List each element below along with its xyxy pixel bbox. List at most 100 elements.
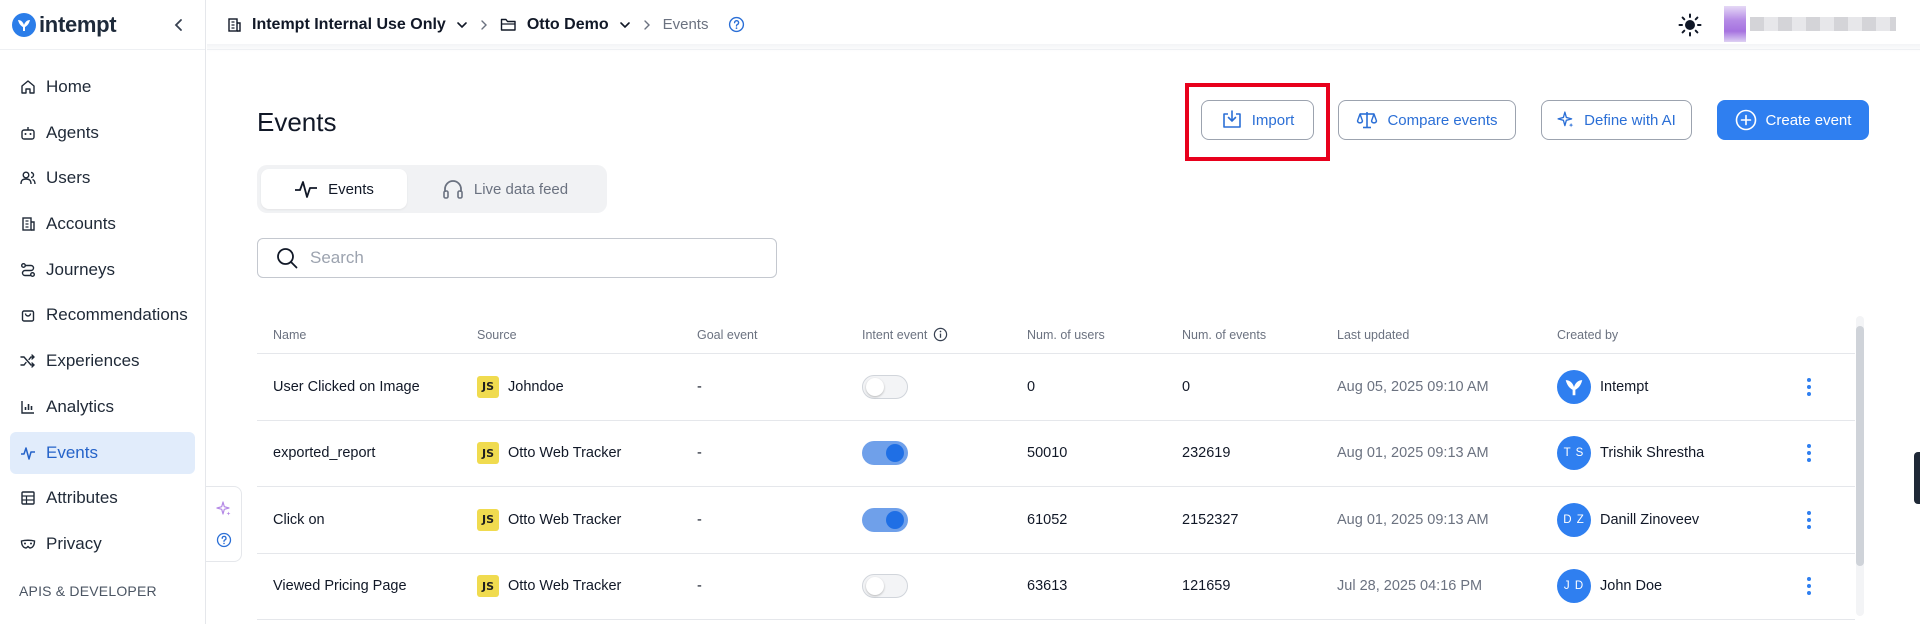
create-event-button[interactable]: Create event — [1717, 100, 1869, 140]
intempt-logo-icon — [1557, 369, 1591, 404]
sidebar-item-experiences[interactable]: Experiences — [10, 340, 195, 382]
sidebar-item-privacy[interactable]: Privacy — [10, 523, 195, 565]
breadcrumb-project[interactable]: Otto Demo — [500, 16, 631, 34]
created-by: T S Trishik Shrestha — [1557, 436, 1779, 471]
user-profile-menu[interactable] — [1724, 6, 1896, 42]
create-event-label: Create event — [1765, 111, 1852, 129]
column-header-intent-label: Intent event — [862, 327, 928, 342]
creator-name: John Doe — [1600, 578, 1663, 595]
last-updated: Aug 01, 2025 09:13 AM — [1337, 445, 1489, 462]
created-by: D Z Danill Zinoveev — [1557, 502, 1779, 537]
avatar: D Z — [1557, 502, 1591, 537]
sidebar-item-accounts[interactable]: Accounts — [10, 203, 195, 245]
sidebar-item-agents[interactable]: Agents — [10, 112, 195, 154]
search-input[interactable] — [310, 248, 750, 268]
table-row[interactable]: exported_report JS Otto Web Tracker - 50… — [257, 421, 1855, 487]
num-users: 50010 — [1027, 445, 1068, 462]
breadcrumb-workspace[interactable]: Intempt Internal Use Only — [226, 16, 468, 34]
chevron-down-icon — [456, 21, 468, 29]
tab-events-label: Events — [328, 180, 374, 198]
event-name[interactable]: exported_report — [257, 445, 477, 461]
table-row[interactable]: User Clicked on Image JS Johndoe - 0 0 A… — [257, 354, 1855, 421]
intent-event-toggle[interactable] — [862, 507, 908, 532]
building-icon — [19, 215, 37, 233]
column-header-goal[interactable]: Goal event — [697, 328, 862, 342]
breadcrumb-project-label: Otto Demo — [526, 15, 609, 33]
num-users: 61052 — [1027, 511, 1068, 528]
num-users: 63613 — [1027, 578, 1068, 595]
event-name[interactable]: User Clicked on Image — [257, 379, 477, 395]
sidebar-item-label: Journeys — [46, 259, 115, 279]
page-title: Events — [257, 107, 337, 137]
sidebar-item-recommendations[interactable]: Recommendations — [10, 294, 195, 336]
home-icon — [19, 78, 37, 96]
table-scrollbar[interactable] — [1856, 316, 1864, 616]
javascript-icon: JS — [477, 575, 499, 598]
event-source: JS Johndoe — [477, 375, 697, 398]
chevron-right-icon — [480, 19, 488, 31]
event-source-label: Otto Web Tracker — [508, 511, 622, 528]
sidebar-item-label: Accounts — [46, 214, 116, 234]
column-header-intent[interactable]: Intent event — [862, 327, 1027, 342]
column-header-name[interactable]: Name — [257, 328, 477, 342]
bar-chart-icon — [19, 398, 37, 416]
sidebar: intempt Home Agents Users Accounts Journ… — [0, 0, 206, 624]
shuffle-icon — [19, 352, 37, 370]
more-options-icon[interactable] — [1806, 377, 1812, 397]
sidebar-item-label: Privacy — [46, 533, 102, 553]
num-events: 0 — [1182, 378, 1191, 395]
more-options-icon[interactable] — [1806, 443, 1812, 463]
table-row[interactable]: Viewed Pricing Page JS Otto Web Tracker … — [257, 554, 1855, 620]
last-updated: Aug 05, 2025 09:10 AM — [1337, 378, 1489, 395]
tab-events[interactable]: Events — [261, 169, 407, 209]
event-name[interactable]: Viewed Pricing Page — [257, 578, 477, 594]
help-icon[interactable] — [728, 16, 745, 33]
collapse-sidebar-button[interactable] — [169, 15, 189, 35]
theme-toggle-sun-icon[interactable] — [1678, 13, 1702, 42]
column-header-created[interactable]: Created by — [1557, 328, 1779, 342]
breadcrumb-workspace-label: Intempt Internal Use Only — [252, 15, 446, 33]
column-header-users[interactable]: Num. of users — [1027, 328, 1182, 342]
scrollbar-thumb[interactable] — [1856, 326, 1864, 566]
events-tabs: Events Live data feed — [257, 165, 607, 213]
define-with-ai-button[interactable]: Define with AI — [1541, 100, 1692, 140]
event-name[interactable]: Click on — [257, 512, 477, 528]
route-icon — [19, 261, 37, 279]
more-options-icon[interactable] — [1806, 510, 1812, 530]
table-row[interactable]: Click on JS Otto Web Tracker - 61052 215… — [257, 487, 1855, 554]
info-icon[interactable] — [933, 327, 948, 342]
sidebar-item-users[interactable]: Users — [10, 157, 195, 199]
plus-circle-icon — [1735, 109, 1757, 131]
sidebar-item-label: Experiences — [46, 351, 140, 371]
sidebar-item-attributes[interactable]: Attributes — [10, 477, 195, 519]
sidebar-item-label: Home — [46, 77, 92, 96]
compare-events-button[interactable]: Compare events — [1338, 100, 1516, 140]
events-table: Name Source Goal event Intent event Num.… — [257, 316, 1855, 620]
sidebar-item-label: Agents — [46, 122, 99, 142]
javascript-icon: JS — [477, 375, 499, 398]
intent-event-toggle[interactable] — [862, 574, 908, 599]
sidebar-item-journeys[interactable]: Journeys — [10, 249, 195, 291]
sidebar-section-apis[interactable]: APIS & DEVELOPER — [19, 583, 205, 599]
chevron-right-icon — [643, 19, 651, 31]
column-header-source[interactable]: Source — [477, 328, 697, 342]
sidebar-item-analytics[interactable]: Analytics — [10, 386, 195, 428]
search-box — [257, 238, 777, 278]
sidebar-item-events[interactable]: Events — [10, 431, 195, 474]
created-by: Intempt — [1557, 369, 1779, 404]
intent-event-toggle[interactable] — [862, 374, 908, 399]
more-options-icon[interactable] — [1806, 576, 1812, 596]
search-icon — [276, 247, 298, 269]
event-source: JS Otto Web Tracker — [477, 508, 697, 531]
activity-icon — [19, 444, 37, 462]
folder-icon — [500, 17, 517, 32]
edge-handle[interactable] — [1914, 452, 1920, 504]
event-source: JS Otto Web Tracker — [477, 442, 697, 465]
column-header-events[interactable]: Num. of events — [1182, 328, 1337, 342]
avatar: J D — [1557, 569, 1591, 604]
created-by: J D John Doe — [1557, 569, 1779, 604]
sidebar-item-home[interactable]: Home — [10, 66, 195, 108]
column-header-updated[interactable]: Last updated — [1337, 328, 1557, 342]
intent-event-toggle[interactable] — [862, 441, 908, 466]
tab-live-data-feed[interactable]: Live data feed — [407, 169, 603, 209]
